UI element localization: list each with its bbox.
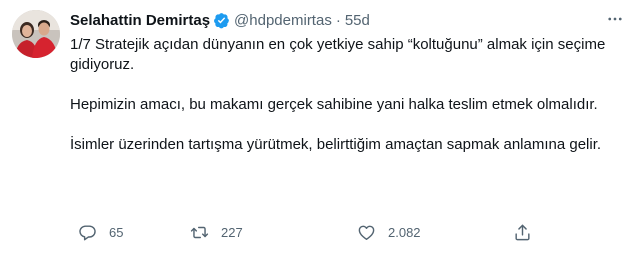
tweet-paragraph-1: 1/7 Stratejik açıdan dünyanın en çok yet… bbox=[70, 36, 606, 73]
share-icon bbox=[515, 224, 530, 240]
more-horizontal-icon bbox=[608, 17, 622, 21]
retweet-count: 227 bbox=[221, 224, 243, 240]
like-count: 2.082 bbox=[388, 224, 421, 240]
retweet-button[interactable]: 227 bbox=[190, 222, 243, 242]
share-button[interactable] bbox=[513, 222, 532, 242]
heart-icon bbox=[358, 225, 375, 240]
tweet-header: Selahattin Demirtaş @hdpdemirtas · 55d bbox=[70, 10, 370, 30]
tweet-text: 1/7 Stratejik açıdan dünyanın en çok yet… bbox=[70, 35, 630, 155]
header-separator: · bbox=[335, 11, 341, 29]
avatar[interactable] bbox=[12, 10, 60, 58]
reply-icon bbox=[79, 224, 96, 240]
tweet[interactable]: Selahattin Demirtaş @hdpdemirtas · 55d 1… bbox=[0, 0, 640, 253]
retweet-icon bbox=[190, 226, 209, 238]
reply-count: 65 bbox=[109, 224, 124, 240]
tweet-paragraph-2: Hepimizin amacı, bu makamı gerçek sahibi… bbox=[70, 96, 598, 113]
like-button[interactable]: 2.082 bbox=[357, 222, 421, 242]
reply-button[interactable]: 65 bbox=[78, 222, 123, 242]
tweet-timestamp[interactable]: 55d bbox=[345, 12, 370, 29]
verified-badge-icon bbox=[213, 12, 230, 29]
tweet-actions: 65 227 2.082 bbox=[70, 222, 540, 242]
avatar-photo bbox=[12, 10, 60, 58]
tweet-paragraph-3: İsimler üzerinden tartışma yürütmek, bel… bbox=[70, 136, 602, 153]
more-options-button[interactable] bbox=[604, 8, 626, 30]
author-handle[interactable]: @hdpdemirtas bbox=[234, 12, 332, 29]
author-display-name[interactable]: Selahattin Demirtaş bbox=[70, 12, 210, 29]
